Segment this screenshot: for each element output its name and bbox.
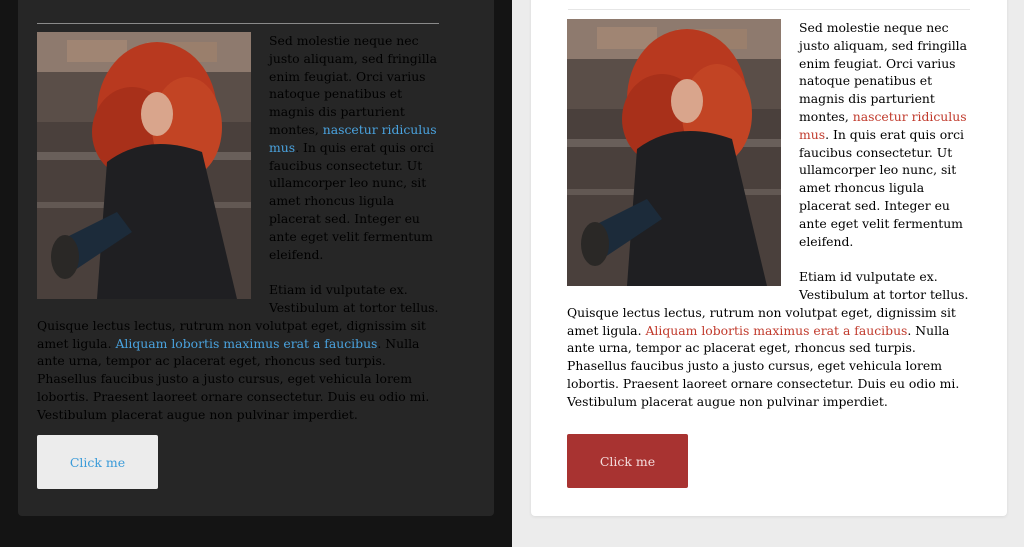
divider-rule [568, 9, 970, 10]
light-theme-panel: Sed molestie neque nec justo aliquam, se… [512, 0, 1024, 547]
paragraph-1-text-end: . In quis erat quis orci faucibus consec… [799, 126, 964, 249]
aliquam-link[interactable]: Aliquam lobortis maximus erat a faucibus [645, 323, 907, 338]
dark-theme-panel: Sed molestie neque nec justo aliquam, se… [0, 0, 512, 547]
paragraph-1-text-end: . In quis erat quis orci faucibus consec… [269, 139, 434, 262]
divider-rule [37, 23, 439, 24]
portrait-photo [37, 32, 251, 299]
article-content: Sed molestie neque nec justo aliquam, se… [37, 32, 439, 441]
article-content: Sed molestie neque nec justo aliquam, se… [567, 19, 969, 428]
aliquam-link[interactable]: Aliquam lobortis maximus erat a faucibus [115, 336, 377, 351]
click-me-button[interactable]: Click me [567, 434, 688, 488]
click-me-button[interactable]: Click me [37, 435, 158, 489]
portrait-photo [567, 19, 781, 286]
